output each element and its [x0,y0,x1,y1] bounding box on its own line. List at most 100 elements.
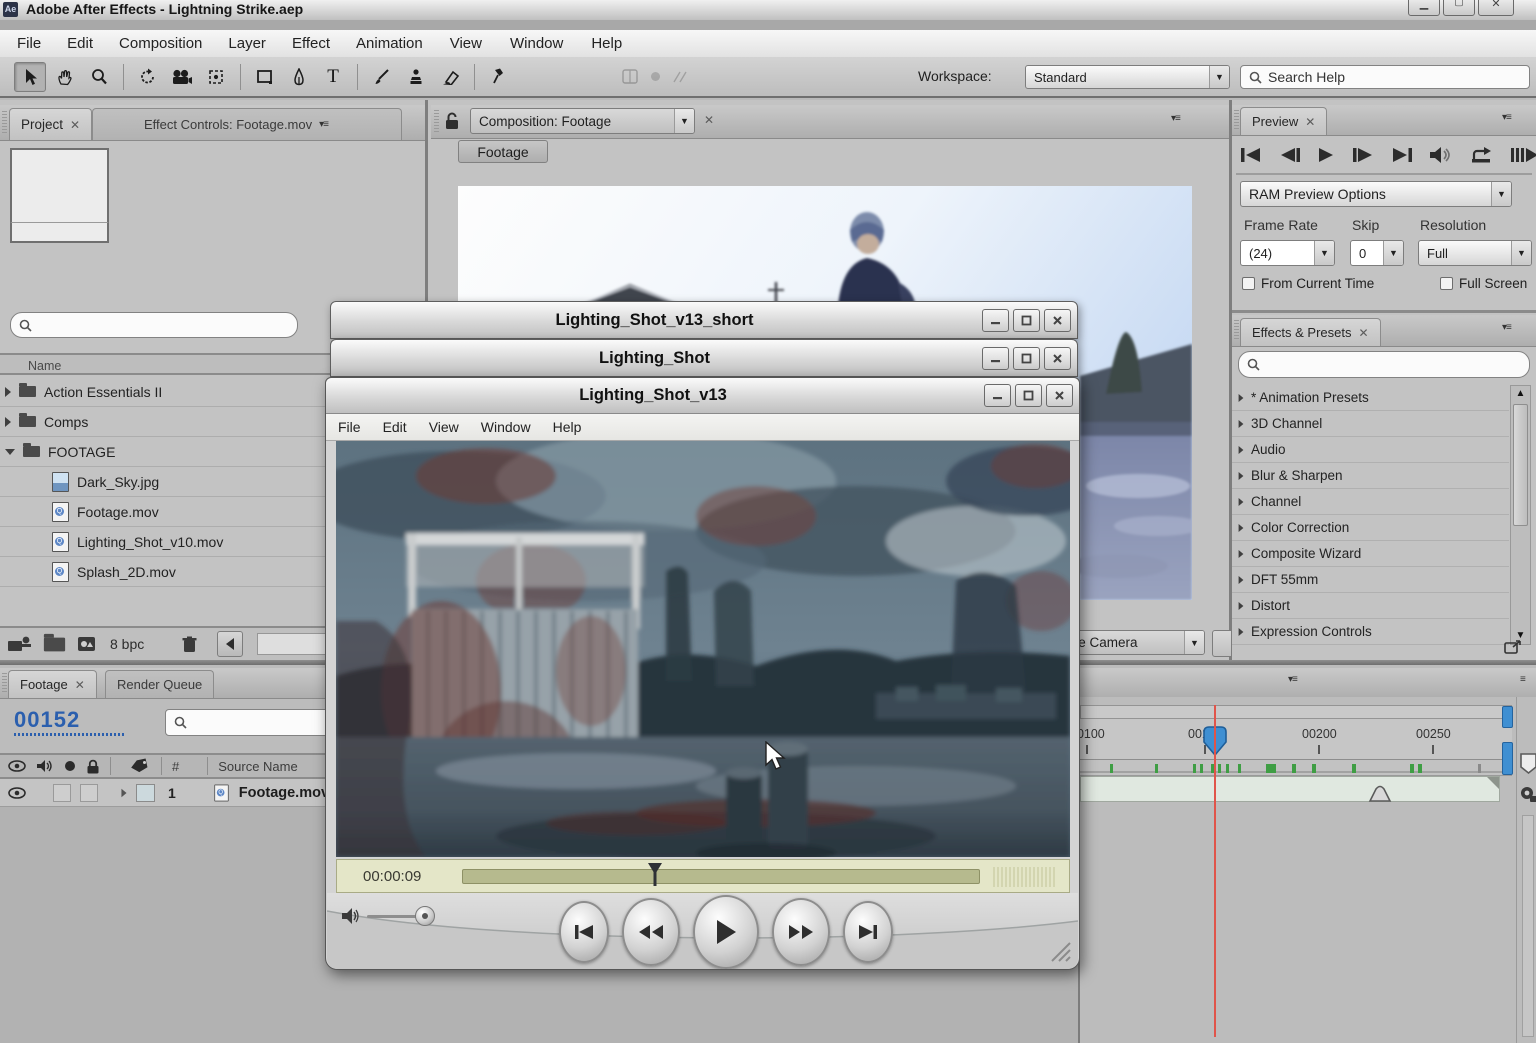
tab-project[interactable]: Project ✕ [9,108,92,140]
from-current-time-checkbox[interactable] [1242,277,1255,290]
work-area-band[interactable] [1080,776,1500,802]
full-screen-checkbox[interactable] [1440,277,1453,290]
previous-frame-button[interactable] [1279,146,1301,164]
label-tag-icon[interactable] [129,758,151,774]
comp-bottom-extra-button[interactable] [1212,630,1232,657]
lock-icon[interactable] [444,111,461,131]
expand-arrow-icon[interactable] [1239,602,1244,610]
expand-arrow-icon[interactable] [1239,550,1244,558]
full-screen-row[interactable]: Full Screen [1440,276,1527,291]
panel-menu-icon[interactable]: ▾≡ [1502,112,1511,123]
close-icon[interactable]: ✕ [75,679,85,691]
category-dft-55mm[interactable]: DFT 55mm [1232,567,1509,593]
new-composition-icon[interactable] [77,636,96,652]
player-scrub-track[interactable] [462,869,980,884]
player-menu-file[interactable]: File [338,419,372,435]
player-menu-edit[interactable]: Edit [372,419,418,435]
type-tool[interactable]: T [318,63,348,91]
delete-trash-icon[interactable] [182,636,197,653]
menu-view[interactable]: View [436,35,496,52]
minimize-button[interactable] [984,384,1011,407]
panel-gripper[interactable] [2,673,7,693]
zoom-tool[interactable] [84,63,114,91]
maximize-button[interactable] [1013,347,1040,370]
window-lighting-shot-v13-short[interactable]: Lighting_Shot_v13_short [330,301,1078,339]
rotation-tool[interactable] [133,63,163,91]
camera-snapshot-icon[interactable] [1520,785,1536,803]
panel-menu-icon[interactable]: ▾≡ [1502,322,1511,333]
scroll-thumb[interactable] [1513,404,1528,526]
expand-arrow-icon[interactable] [1239,576,1244,584]
comp-marker[interactable] [1367,785,1393,802]
menu-file[interactable]: File [4,35,54,52]
selection-tool[interactable] [14,62,46,92]
play-button[interactable] [693,895,759,969]
eraser-tool[interactable] [435,63,465,91]
marker-bin-icon[interactable] [1520,753,1536,775]
play-button[interactable] [1317,146,1335,164]
resolution-dropdown[interactable]: Full ▼ [1418,240,1532,266]
close-button[interactable] [1044,309,1071,332]
brush-tool[interactable] [367,63,397,91]
pan-behind-tool[interactable] [201,63,231,91]
audio-mute-button[interactable] [1429,146,1453,164]
player-video-area[interactable] [336,441,1070,857]
menu-layer[interactable]: Layer [215,35,279,52]
interpret-footage-icon[interactable] [8,636,32,652]
next-frame-button[interactable] [1352,146,1374,164]
panel-gripper[interactable] [1234,110,1239,130]
expand-arrow-icon[interactable] [1239,498,1244,506]
menu-animation[interactable]: Animation [343,35,436,52]
category-expression-controls[interactable]: Expression Controls [1232,619,1509,645]
layer-expand-arrow[interactable] [121,788,126,797]
tab-effects-presets[interactable]: Effects & Presets ✕ [1240,318,1381,346]
last-frame-button[interactable] [1391,146,1413,164]
window-lighting-shot-v13[interactable]: Lighting_Shot_v13 File Edit View Window … [325,377,1080,970]
menu-effect[interactable]: Effect [279,35,343,52]
timeline-search-box[interactable] [165,709,335,736]
minimize-button[interactable] [982,309,1009,332]
skip-dropdown[interactable]: 0 ▼ [1350,240,1404,266]
maximize-button[interactable] [1013,309,1040,332]
close-button[interactable] [1046,384,1073,407]
effects-scrollbar[interactable]: ▲ ▼ [1510,385,1531,645]
minimize-button[interactable]: ▁ [1408,0,1440,16]
comp-footage-tab[interactable]: Footage [458,140,548,163]
player-menu-view[interactable]: View [418,419,470,435]
project-search-box[interactable] [10,312,298,338]
layer-switch-box[interactable] [80,784,98,802]
player-menu-help[interactable]: Help [542,419,593,435]
category-audio[interactable]: Audio [1232,437,1509,463]
player-titlebar[interactable]: Lighting_Shot_v13 [326,378,1079,414]
help-search-box[interactable]: Search Help [1240,65,1530,89]
timeline-vscrollbar[interactable] [1522,815,1534,1037]
maximize-button[interactable] [1015,384,1042,407]
ram-preview-button[interactable] [1510,146,1536,164]
minimize-button[interactable] [982,347,1009,370]
tab-render-queue[interactable]: Render Queue [105,670,214,698]
close-icon[interactable]: ✕ [70,119,80,131]
menu-help[interactable]: Help [577,35,636,52]
workspace-switch-icons[interactable] [622,69,688,84]
layer-label-swatch[interactable] [136,784,155,802]
tab-effect-controls[interactable]: Effect Controls: Footage.mov ▾≡ [92,108,402,140]
go-to-start-button[interactable] [559,901,609,963]
category-3d-channel[interactable]: 3D Channel [1232,411,1509,437]
go-to-end-button[interactable] [843,901,893,963]
window-lighting-shot[interactable]: Lighting_Shot [330,339,1078,377]
menu-composition[interactable]: Composition [106,35,215,52]
panel-menu-icon[interactable]: ≡ [1520,674,1525,685]
expand-arrow-icon[interactable] [1239,628,1244,636]
panel-gripper[interactable] [434,110,439,132]
scroll-up-arrow[interactable]: ▲ [1511,386,1530,402]
rewind-button[interactable] [622,898,680,966]
close-icon[interactable]: ✕ [704,114,714,126]
collapse-arrow-icon[interactable] [5,449,15,455]
close-button[interactable] [1044,347,1071,370]
menu-edit[interactable]: Edit [54,35,106,52]
panel-menu-icon[interactable]: ▾≡ [1288,674,1297,685]
lock-icon[interactable] [86,759,100,774]
expand-arrow-icon[interactable] [1239,446,1244,454]
column-source-name[interactable]: Source Name [218,759,297,774]
work-area-end-handle[interactable] [1502,706,1513,728]
